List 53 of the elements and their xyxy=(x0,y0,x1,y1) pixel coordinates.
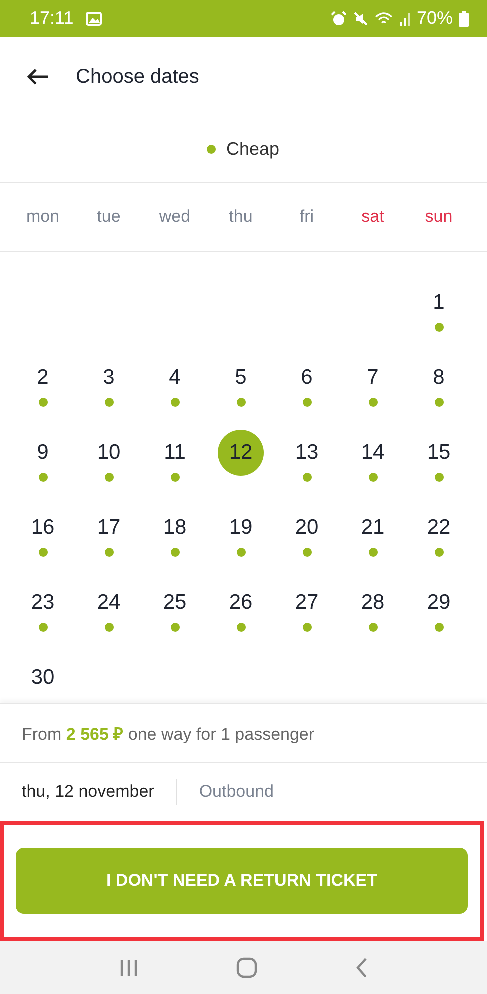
battery-percent: 70% xyxy=(416,8,453,29)
back-nav-icon[interactable] xyxy=(354,956,369,978)
weekday-label: thu xyxy=(229,207,253,227)
battery-icon xyxy=(459,10,469,26)
image-icon xyxy=(86,12,102,26)
mute-icon xyxy=(352,10,369,26)
day-number[interactable]: 22 xyxy=(427,515,451,541)
day-number[interactable]: 19 xyxy=(229,515,253,541)
trip-leg-label: Outbound xyxy=(199,782,274,802)
day-number[interactable]: 6 xyxy=(301,365,313,391)
day-number[interactable]: 18 xyxy=(163,515,187,541)
weekday-label: tue xyxy=(97,207,121,227)
day-number[interactable]: 10 xyxy=(97,440,121,466)
alarm-icon xyxy=(330,10,347,26)
day-number[interactable]: 14 xyxy=(361,440,385,466)
weekday-label: sun xyxy=(425,207,453,227)
day-number[interactable]: 16 xyxy=(31,515,55,541)
price-note: From 2 565 ₽ one way for 1 passenger xyxy=(22,724,315,744)
signal-icon xyxy=(398,12,411,26)
day-number[interactable]: 5 xyxy=(235,365,247,391)
day-number[interactable]: 9 xyxy=(37,440,49,466)
day-number[interactable]: 27 xyxy=(295,590,319,616)
day-number[interactable]: 24 xyxy=(97,590,121,616)
selected-day[interactable]: 12 xyxy=(218,430,264,476)
day-number[interactable]: 8 xyxy=(433,365,445,391)
day-number[interactable]: 30 xyxy=(31,665,55,691)
weekday-label: mon xyxy=(26,207,60,227)
weekday-label: wed xyxy=(159,207,191,227)
selected-date: thu, 12 november xyxy=(22,782,154,802)
day-number[interactable]: 4 xyxy=(169,365,181,391)
screen-title: Choose dates xyxy=(76,66,200,88)
day-number[interactable]: 23 xyxy=(31,590,55,616)
day-number[interactable]: 7 xyxy=(367,365,379,391)
day-number[interactable]: 17 xyxy=(97,515,121,541)
day-number[interactable]: 29 xyxy=(427,590,451,616)
weekday-label: fri xyxy=(300,207,314,227)
wifi-icon xyxy=(374,10,393,26)
day-number[interactable]: 20 xyxy=(295,515,319,541)
home-icon[interactable] xyxy=(236,956,258,978)
day-number[interactable]: 28 xyxy=(361,590,385,616)
day-number[interactable]: 2 xyxy=(37,365,49,391)
day-number[interactable]: 25 xyxy=(163,590,187,616)
status-time: 17:11 xyxy=(30,8,74,29)
day-number[interactable]: 3 xyxy=(103,365,115,391)
day-number[interactable]: 13 xyxy=(295,440,319,466)
day-number[interactable]: 26 xyxy=(229,590,253,616)
legend-label: Cheap xyxy=(226,139,280,160)
day-number[interactable]: 11 xyxy=(164,440,186,466)
day-number[interactable]: 15 xyxy=(427,440,451,466)
day-number[interactable]: 1 xyxy=(433,290,445,316)
weekday-label: sat xyxy=(362,207,384,227)
back-icon[interactable] xyxy=(26,68,50,86)
day-number[interactable]: 21 xyxy=(361,515,385,541)
